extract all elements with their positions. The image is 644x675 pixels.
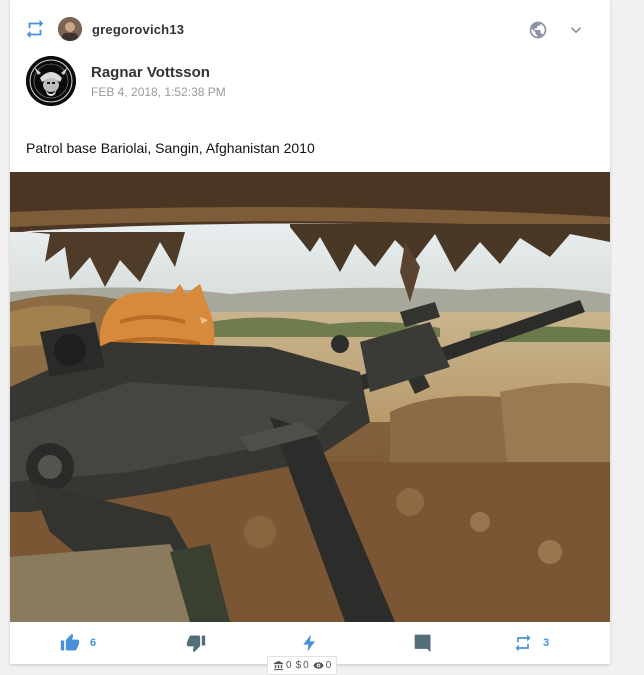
comment-icon bbox=[414, 634, 431, 653]
thumbs-up-count: 6 bbox=[90, 637, 97, 649]
remind-count: 3 bbox=[543, 637, 550, 649]
comment-button[interactable] bbox=[413, 622, 433, 664]
eye-icon bbox=[313, 662, 324, 669]
views-count: 0 bbox=[325, 660, 332, 671]
wire-count: 0 bbox=[286, 660, 292, 671]
bank-icon bbox=[273, 660, 284, 671]
remind-icon bbox=[515, 634, 531, 652]
reminder-avatar[interactable] bbox=[58, 17, 82, 41]
post-message: Patrol base Bariolai, Sangin, Afghanista… bbox=[26, 140, 315, 156]
remind-icon bbox=[26, 19, 44, 39]
wire-metric: 0 bbox=[273, 660, 292, 671]
thumbs-up-button[interactable]: 6 bbox=[60, 622, 96, 664]
thumbs-up-icon bbox=[60, 633, 80, 651]
thumbs-down-button[interactable] bbox=[186, 622, 206, 664]
reminder-row: gregorovich13 bbox=[24, 16, 184, 42]
reminder-username[interactable]: gregorovich13 bbox=[92, 22, 184, 37]
dollar-count: 0 bbox=[303, 660, 309, 671]
owner-name[interactable]: Ragnar Vottsson bbox=[91, 64, 210, 81]
dollar-metric: $ 0 bbox=[296, 660, 309, 671]
post-metrics: 0 $ 0 0 bbox=[267, 656, 338, 675]
chevron-down-icon[interactable] bbox=[566, 20, 586, 40]
globe-icon bbox=[529, 21, 547, 39]
post-timestamp[interactable]: FEB 4, 2018, 1:52:38 PM bbox=[91, 85, 226, 99]
dollar-icon: $ bbox=[295, 660, 302, 671]
bolt-icon bbox=[303, 634, 315, 652]
remind-button[interactable]: 3 bbox=[513, 622, 549, 664]
thumbs-down-icon bbox=[186, 635, 206, 653]
views-metric: 0 bbox=[313, 660, 332, 671]
activity-card: gregorovich13 Ragnar Vottsson FEB 4, 201… bbox=[10, 0, 610, 664]
post-image[interactable] bbox=[10, 172, 610, 622]
owner-avatar[interactable] bbox=[26, 56, 76, 106]
